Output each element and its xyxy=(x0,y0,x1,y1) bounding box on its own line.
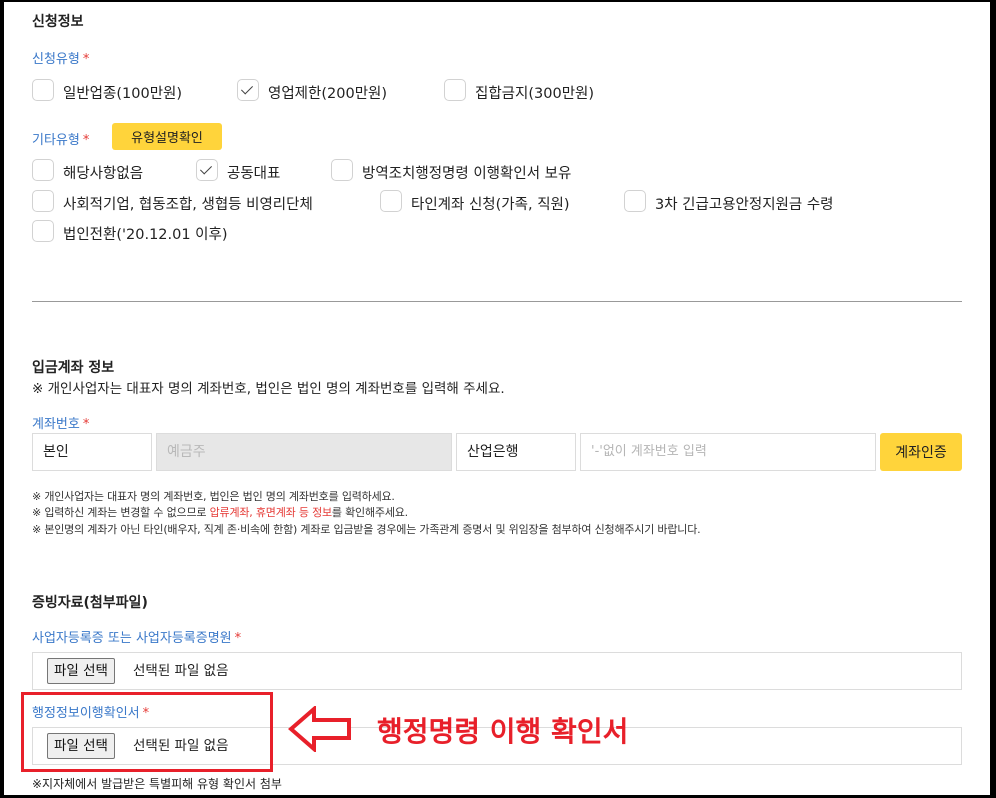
business-cert-label: 사업자등록증 또는 사업자등록증명원 * xyxy=(32,631,242,646)
business-cert-file-button[interactable]: 파일 선택 xyxy=(47,658,115,684)
checkbox-quarantine-order-label: 방역조치행정명령 이행확인서 보유 xyxy=(362,166,572,182)
checkbox-gathering-ban[interactable] xyxy=(444,79,466,101)
checkbox-nonprofit-label: 사회적기업, 협동조합, 생협등 비영리단체 xyxy=(63,197,313,213)
checkbox-none[interactable] xyxy=(32,159,54,181)
account-note-2-warning: 압류계좌, 휴면계좌 등 정보 xyxy=(209,506,333,519)
evidence-footnote: ※지자체에서 발급받은 특별피해 유형 확인서 첨부 xyxy=(32,777,282,791)
required-star: * xyxy=(82,52,90,67)
checkbox-employment-support[interactable] xyxy=(624,190,646,212)
account-number-input[interactable]: '-'없이 계좌번호 입력 xyxy=(580,433,876,471)
checkbox-joint-representative[interactable] xyxy=(196,159,218,181)
account-subtitle: ※ 개인사업자는 대표자 명의 계좌번호, 법인은 법인 명의 계좌번호를 입력… xyxy=(32,381,505,397)
checkbox-corporate-conversion-label: 법인전환('20.12.01 이후) xyxy=(63,227,228,243)
section-divider xyxy=(32,301,962,302)
annotation-arrow-icon xyxy=(288,706,351,752)
business-cert-file-status: 선택된 파일 없음 xyxy=(133,663,229,679)
checkbox-joint-representative-label: 공동대표 xyxy=(227,166,281,182)
annotation-text: 행정명령 이행 확인서 xyxy=(377,715,629,748)
checkbox-third-party-account-label: 타인계좌 신청(가족, 직원) xyxy=(411,197,570,213)
account-holder-field: 예금주 xyxy=(156,433,452,471)
account-note-1: ※ 개인사업자는 대표자 명의 계좌번호, 법인은 법인 명의 계좌번호를 입력… xyxy=(32,490,395,503)
checkbox-third-party-account[interactable] xyxy=(380,190,402,212)
required-star: * xyxy=(82,133,90,148)
checkbox-general-label: 일반업종(100만원) xyxy=(63,86,183,102)
account-note-3: ※ 본인명의 계좌가 아닌 타인(배우자, 직계 존·비속에 한함) 계좌로 입… xyxy=(32,523,701,536)
checkmark-icon xyxy=(199,162,213,175)
required-star: * xyxy=(234,631,242,646)
section-heading-account: 입금계좌 정보 xyxy=(32,360,115,376)
checkbox-nonprofit[interactable] xyxy=(32,190,54,212)
section-heading-application: 신청정보 xyxy=(32,14,84,30)
required-star: * xyxy=(82,417,90,432)
account-note-2: ※ 입력하신 계좌는 변경할 수 없으므로 압류계좌, 휴면계좌 등 정보를 확… xyxy=(32,506,408,519)
bank-select[interactable]: 산업은행 xyxy=(456,433,576,471)
checkbox-business-restriction-label: 영업제한(200만원) xyxy=(268,86,388,102)
checkbox-gathering-ban-label: 집합금지(300만원) xyxy=(475,86,595,102)
annotation-highlight-box xyxy=(21,692,273,772)
verify-account-button[interactable]: 계좌인증 xyxy=(880,433,962,471)
type-explanation-button[interactable]: 유형설명확인 xyxy=(112,123,222,150)
checkbox-quarantine-order[interactable] xyxy=(331,159,353,181)
application-form: 신청정보 신청유형 * 일반업종(100만원) 영업제한(200만원) 집합금지(… xyxy=(4,2,990,795)
application-type-label: 신청유형 * xyxy=(32,52,90,67)
checkbox-business-restriction[interactable] xyxy=(237,79,259,101)
checkmark-icon xyxy=(240,82,254,95)
owner-type-select[interactable]: 본인 xyxy=(32,433,152,471)
other-type-label: 기타유형 * xyxy=(32,133,90,148)
section-heading-evidence: 증빙자료(첨부파일) xyxy=(32,595,148,611)
account-number-label: 계좌번호 * xyxy=(32,417,90,432)
checkbox-general[interactable] xyxy=(32,79,54,101)
checkbox-corporate-conversion[interactable] xyxy=(32,220,54,242)
checkbox-none-label: 해당사항없음 xyxy=(63,166,144,182)
checkbox-employment-support-label: 3차 긴급고용안정지원금 수령 xyxy=(655,197,834,213)
business-cert-file-input: 파일 선택 선택된 파일 없음 xyxy=(32,652,962,690)
